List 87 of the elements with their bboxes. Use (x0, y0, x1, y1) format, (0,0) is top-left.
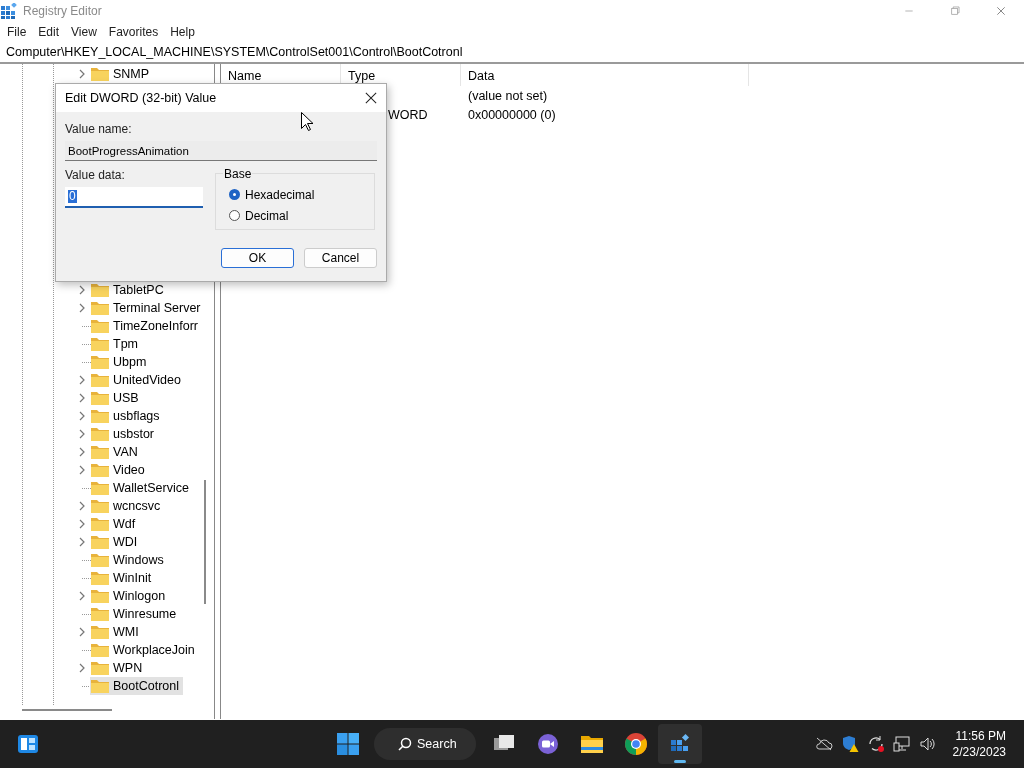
radio-button[interactable]: Decimal (216, 205, 374, 226)
address-bar[interactable]: Computer\HKEY_LOCAL_MACHINE\SYSTEM\ControlSet001\Control\BootCotronl (0, 43, 1024, 64)
folder-icon (91, 589, 109, 603)
volume-icon[interactable] (918, 735, 937, 753)
tree-item[interactable]: usbstor (90, 425, 158, 443)
dialog-title: Edit DWORD (32-bit) Value (65, 91, 217, 105)
tree-item[interactable]: Winresume (90, 605, 181, 623)
field-label: Value name: (65, 122, 133, 136)
sync-alert-icon[interactable] (866, 735, 885, 753)
search-icon (398, 737, 412, 751)
folder-icon (91, 607, 109, 621)
tree-item[interactable]: Winlogon (90, 587, 170, 605)
start-icon[interactable] (336, 732, 360, 756)
tree-item[interactable]: Ubpm (90, 353, 151, 371)
clock-time[interactable]: 11:56 PM (955, 728, 1006, 744)
folder-icon (91, 643, 109, 657)
tree-item[interactable]: WMI (90, 623, 143, 641)
shield-warning-icon[interactable] (840, 735, 859, 753)
field-label: Value data: (65, 168, 126, 182)
table-cell: (value not set) (468, 88, 548, 103)
tree-item[interactable]: Terminal Server (90, 299, 205, 317)
clock-date[interactable]: 2/23/2023 (952, 744, 1006, 760)
widgets-icon[interactable] (17, 733, 39, 755)
folder-icon (91, 67, 109, 81)
folder-icon (91, 535, 109, 549)
tree-item[interactable]: Wdf (90, 515, 140, 533)
folder-icon (91, 409, 109, 423)
tree-item[interactable]: USB (90, 389, 143, 407)
folder-icon (91, 427, 109, 441)
folder-icon (91, 283, 109, 297)
dialog-button[interactable]: OK (221, 248, 294, 268)
menu-item[interactable]: Help (165, 25, 202, 39)
value-name-field[interactable]: BootProgressAnimation (65, 141, 377, 161)
tree-item[interactable]: Video (90, 461, 149, 479)
folder-icon (91, 571, 109, 585)
taskbar-button[interactable] (658, 724, 702, 764)
tree-item[interactable]: UnitedVideo (90, 371, 185, 389)
folder-icon (91, 319, 109, 333)
tree-item[interactable]: BootCotronl (90, 677, 183, 695)
folder-icon (91, 553, 109, 567)
folder-icon (91, 337, 109, 351)
menu-item[interactable]: File (2, 25, 34, 39)
tree-item[interactable]: WalletService (90, 479, 193, 497)
menu-item[interactable]: View (66, 25, 104, 39)
dialog-button[interactable]: Cancel (304, 248, 377, 268)
value-data-field[interactable]: 0 (65, 187, 203, 208)
menu-item[interactable]: Favorites (103, 25, 166, 39)
tree-item[interactable]: WorkplaceJoin (90, 641, 199, 659)
folder-icon (91, 301, 109, 315)
tree-item[interactable]: usbflags (90, 407, 164, 425)
window-title: Registry Editor (23, 4, 102, 18)
registry-icon (1, 3, 17, 19)
folder-icon (91, 463, 109, 477)
tree-item[interactable]: wcncsvc (90, 497, 165, 515)
folder-icon (91, 373, 109, 387)
video-chat-icon (536, 732, 560, 756)
folder-icon (91, 391, 109, 405)
folder-icon (91, 679, 109, 693)
scrollbar-thumb[interactable] (22, 709, 112, 711)
tree-item[interactable]: TimeZoneInforr (90, 317, 202, 335)
cloud-off-icon[interactable] (814, 735, 833, 753)
group-title: Base (223, 167, 253, 181)
search-button[interactable]: Search (374, 728, 476, 760)
table-cell: 0x00000000 (0) (468, 107, 556, 122)
menu-item[interactable]: Edit (33, 25, 67, 39)
tree-item[interactable]: WinInit (90, 569, 156, 587)
network-icon[interactable] (892, 735, 911, 753)
close-icon[interactable] (365, 92, 377, 104)
scrollbar-thumb[interactable] (204, 480, 206, 604)
folder-icon (91, 445, 109, 459)
column-header[interactable]: Data (461, 64, 749, 86)
tree-item[interactable]: WPN (90, 659, 147, 677)
folder-icon (91, 517, 109, 531)
tree-item[interactable]: VAN (90, 443, 142, 461)
browser-icon (624, 732, 648, 756)
tree-item[interactable]: WDI (90, 533, 142, 551)
folder-icon (91, 661, 109, 675)
radio-button[interactable]: Hexadecimal (216, 184, 374, 205)
folder-icon (91, 625, 109, 639)
folder-icon (91, 355, 109, 369)
tree-item[interactable]: Tpm (90, 335, 142, 353)
tree-item[interactable]: TabletPC (90, 281, 168, 299)
table-cell: WORD (388, 107, 428, 122)
folder-icon (91, 499, 109, 513)
folder-icon (91, 481, 109, 495)
tree-item[interactable]: Windows (90, 551, 168, 569)
tree-item[interactable]: SNMP (90, 65, 154, 83)
